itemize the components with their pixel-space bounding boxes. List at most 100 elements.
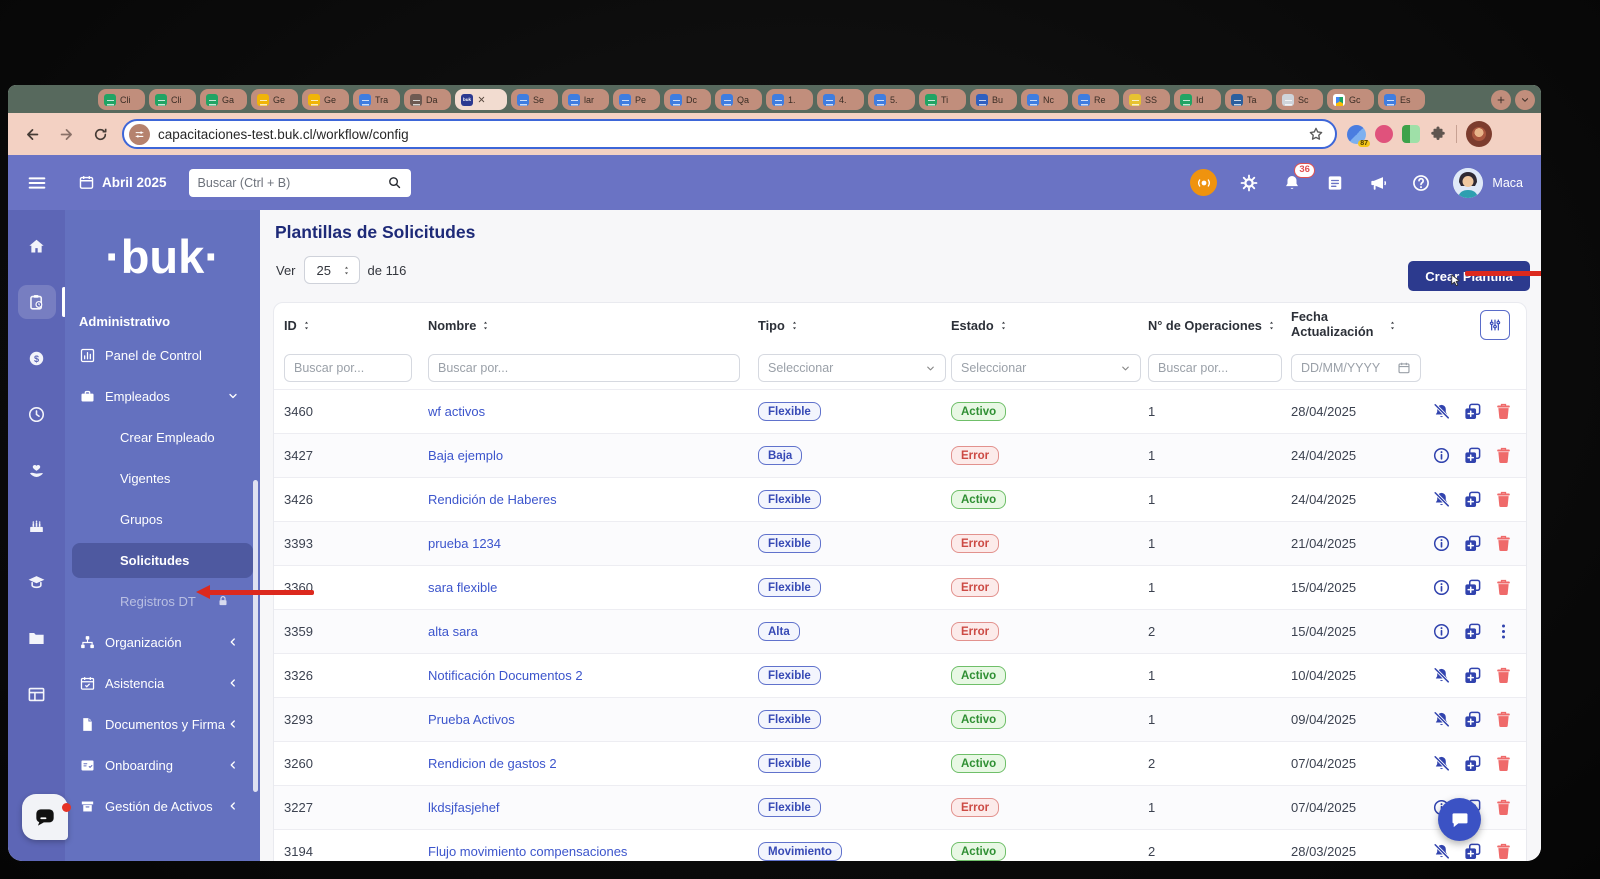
extension-icon[interactable]: [1375, 125, 1393, 143]
url-text[interactable]: capacitaciones-test.buk.cl/workflow/conf…: [158, 127, 1299, 142]
copy-plus-button[interactable]: [1462, 710, 1482, 730]
column-header-fecha-actualizaci-n[interactable]: Fecha Actualización: [1291, 310, 1431, 339]
trash-button[interactable]: [1493, 754, 1513, 774]
template-name-link[interactable]: alta sara: [428, 624, 478, 639]
announcements-button[interactable]: [1367, 172, 1389, 194]
sidebar-item-panel-de-control[interactable]: Panel de Control: [65, 335, 260, 376]
sidebar-item-onboarding[interactable]: Onboarding: [65, 745, 260, 786]
column-header-id[interactable]: ID: [284, 318, 428, 333]
copy-plus-button[interactable]: [1462, 534, 1482, 554]
copy-plus-button[interactable]: [1462, 666, 1482, 686]
browser-tab[interactable]: Da: [404, 89, 451, 110]
info-button[interactable]: [1431, 578, 1451, 598]
sort-icon[interactable]: [301, 320, 312, 331]
browser-tab[interactable]: Ga: [200, 89, 247, 110]
browser-tab[interactable]: Es: [1378, 89, 1425, 110]
sort-icon[interactable]: [1266, 320, 1277, 331]
sidebar-item-crear-empleado[interactable]: Crear Empleado: [65, 417, 260, 458]
user-avatar[interactable]: [1453, 168, 1483, 198]
extension-icon[interactable]: 87: [1347, 125, 1366, 144]
template-name-link[interactable]: lkdsjfasjehef: [428, 800, 500, 815]
browser-tab[interactable]: Gc: [1327, 89, 1374, 110]
trash-button[interactable]: [1493, 446, 1513, 466]
sidebar-item-documentos-y-firma[interactable]: Documentos y Firma: [65, 704, 260, 745]
sidebar-item-asistencia[interactable]: Asistencia: [65, 663, 260, 704]
trash-button[interactable]: [1493, 490, 1513, 510]
support-chat-fab[interactable]: [1438, 798, 1481, 841]
sidebar-item-vigentes[interactable]: Vigentes: [65, 458, 260, 499]
template-name-link[interactable]: sara flexible: [428, 580, 497, 595]
address-bar[interactable]: capacitaciones-test.buk.cl/workflow/conf…: [122, 119, 1337, 149]
template-name-link[interactable]: Rendicion de gastos 2: [428, 756, 557, 771]
column-header-n-de-operaciones[interactable]: N° de Operaciones: [1148, 318, 1291, 333]
browser-tab[interactable]: buk: [455, 89, 507, 110]
bell-slash-button[interactable]: [1431, 402, 1451, 422]
search-icon[interactable]: [387, 175, 402, 190]
column-header-estado[interactable]: Estado: [951, 318, 1148, 333]
copy-plus-button[interactable]: [1462, 842, 1482, 862]
notifications-button[interactable]: 36: [1281, 172, 1303, 194]
copy-plus-button[interactable]: [1462, 490, 1482, 510]
info-button[interactable]: [1431, 534, 1451, 554]
browser-tab[interactable]: Bu: [970, 89, 1017, 110]
browser-tab[interactable]: Ti: [919, 89, 966, 110]
chat-launcher[interactable]: [22, 794, 68, 840]
browser-tab[interactable]: 5.: [868, 89, 915, 110]
browser-tab[interactable]: Cli: [149, 89, 196, 110]
forward-button[interactable]: [54, 122, 78, 146]
template-name-link[interactable]: Notificación Documentos 2: [428, 668, 583, 683]
tab-search-button[interactable]: [1515, 90, 1535, 110]
sort-icon[interactable]: [480, 320, 491, 331]
filter-input[interactable]: [284, 354, 412, 382]
trash-button[interactable]: [1493, 798, 1513, 818]
browser-tab[interactable]: Id: [1174, 89, 1221, 110]
close-icon[interactable]: [477, 95, 486, 104]
browser-tab[interactable]: Sc: [1276, 89, 1323, 110]
period-selector[interactable]: Abril 2025: [78, 174, 167, 191]
filter-date-input[interactable]: DD/MM/YYYY: [1291, 354, 1421, 382]
sidebar-item-solicitudes[interactable]: Solicitudes: [65, 540, 260, 581]
bookmark-star-icon[interactable]: [1307, 125, 1325, 143]
browser-tab[interactable]: Ta: [1225, 89, 1272, 110]
record-button[interactable]: [1190, 169, 1217, 196]
filter-input[interactable]: [1148, 354, 1282, 382]
browser-tab[interactable]: Cli: [98, 89, 145, 110]
info-button[interactable]: [1431, 446, 1451, 466]
browser-profile-avatar[interactable]: [1466, 121, 1492, 147]
browser-tab[interactable]: Tra: [353, 89, 400, 110]
sort-icon[interactable]: [789, 320, 800, 331]
browser-tab[interactable]: Ge: [302, 89, 349, 110]
column-header-nombre[interactable]: Nombre: [428, 318, 758, 333]
column-header-tipo[interactable]: Tipo: [758, 318, 951, 333]
copy-plus-button[interactable]: [1462, 754, 1482, 774]
sidebar-item-gesti-n-de-activos[interactable]: Gestión de Activos: [65, 786, 260, 827]
filter-select[interactable]: Seleccionar: [758, 354, 946, 382]
template-name-link[interactable]: Baja ejemplo: [428, 448, 503, 463]
rail-item-home[interactable]: [18, 229, 56, 263]
template-name-link[interactable]: Rendición de Haberes: [428, 492, 557, 507]
trash-button[interactable]: [1493, 666, 1513, 686]
filter-select[interactable]: Seleccionar: [951, 354, 1141, 382]
filter-input[interactable]: [428, 354, 740, 382]
global-search[interactable]: [189, 169, 411, 197]
browser-tab[interactable]: SS: [1123, 89, 1170, 110]
browser-tab[interactable]: Nc: [1021, 89, 1068, 110]
extensions-puzzle-icon[interactable]: [1429, 125, 1447, 143]
extension-icon[interactable]: [1402, 125, 1420, 143]
sidebar-scrollbar[interactable]: [253, 480, 258, 792]
column-settings-button[interactable]: [1480, 310, 1510, 340]
notes-button[interactable]: [1324, 172, 1346, 194]
settings-button[interactable]: [1238, 172, 1260, 194]
bell-slash-button[interactable]: [1431, 710, 1451, 730]
kebab-button[interactable]: [1493, 622, 1513, 642]
sort-icon[interactable]: [1387, 320, 1398, 331]
trash-button[interactable]: [1493, 578, 1513, 598]
template-name-link[interactable]: Prueba Activos: [428, 712, 515, 727]
sidebar-item-grupos[interactable]: Grupos: [65, 499, 260, 540]
template-name-link[interactable]: Flujo movimiento compensaciones: [428, 844, 627, 859]
browser-tab[interactable]: Re: [1072, 89, 1119, 110]
rail-item-cake[interactable]: [18, 509, 56, 543]
browser-tab[interactable]: Se: [511, 89, 558, 110]
bell-slash-button[interactable]: [1431, 754, 1451, 774]
template-name-link[interactable]: wf activos: [428, 404, 485, 419]
